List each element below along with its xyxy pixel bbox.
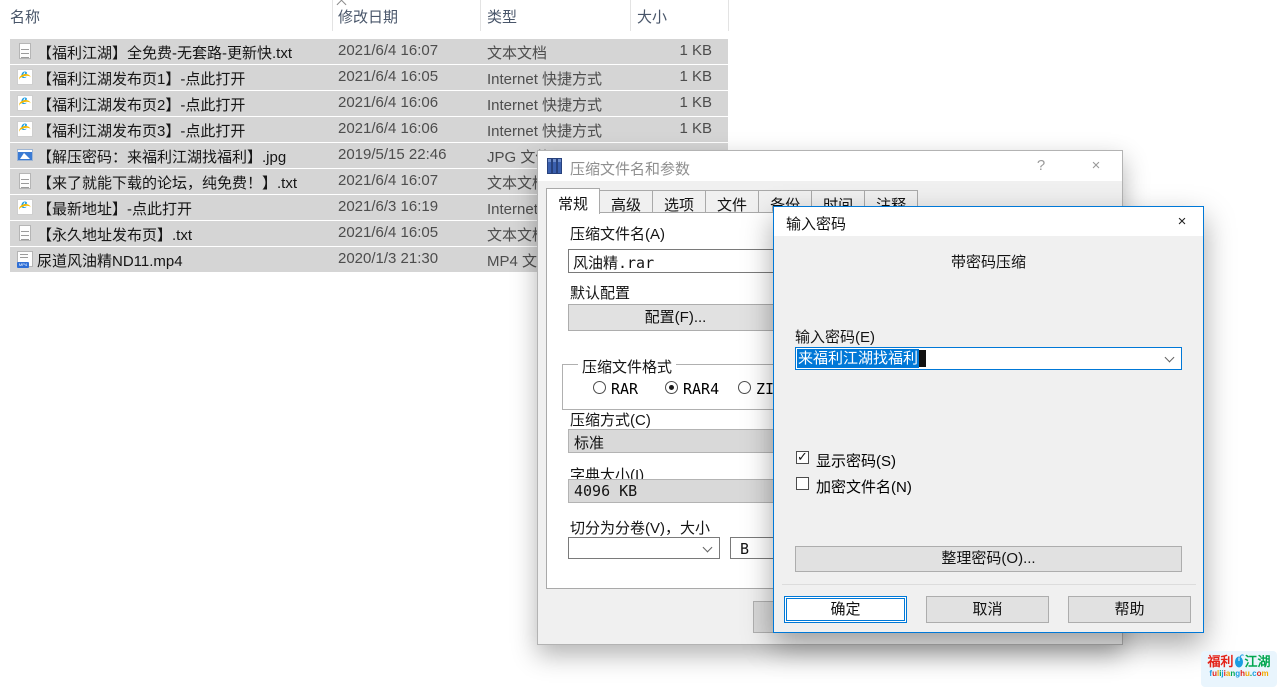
file-name: 尿道风油精ND11.mp4: [37, 250, 183, 271]
tab-常规[interactable]: 常规: [546, 188, 600, 214]
file-icon: [17, 149, 33, 161]
site-domain: fulijianghu.com: [1201, 669, 1277, 679]
file-date: 2019/5/15 22:46: [338, 146, 446, 163]
file-date: 2021/6/4 16:06: [338, 94, 438, 111]
archive-dialog-title: 压缩文件名和参数: [570, 158, 690, 179]
file-date: 2021/6/3 16:19: [338, 198, 438, 215]
file-size: 1 KB: [570, 120, 712, 137]
file-icon: [17, 199, 33, 215]
file-icon: [19, 43, 31, 59]
file-row[interactable]: 【福利江湖】全免费-无套路-更新快.txt 2021/6/4 16:07 文本文…: [10, 39, 728, 64]
close-icon[interactable]: ×: [1165, 207, 1199, 236]
file-icon: [19, 173, 31, 189]
password-label: 输入密码(E): [795, 326, 875, 347]
file-icon: [17, 95, 33, 111]
tab-文件[interactable]: 文件: [705, 190, 759, 214]
password-dialog: 输入密码 × 带密码压缩 输入密码(E) 来福利江湖找福利 显示密码(S) 加密…: [773, 206, 1204, 633]
password-input[interactable]: 来福利江湖找福利: [795, 347, 1182, 370]
radio-icon[interactable]: [738, 381, 751, 394]
radio-label: RAR: [611, 380, 638, 398]
file-name: 【福利江湖】全免费-无套路-更新快.txt: [37, 42, 292, 63]
file-name: 【解压密码：来福利江湖找福利】.jpg: [37, 146, 286, 167]
file-size: 1 KB: [570, 94, 712, 111]
file-date: 2021/6/4 16:07: [338, 172, 438, 189]
file-name: 【福利江湖发布页2】-点此打开: [37, 94, 245, 115]
file-name: 【最新地址】-点此打开: [37, 198, 192, 219]
column-header-date[interactable]: 修改日期: [338, 6, 398, 27]
tab-选项[interactable]: 选项: [652, 190, 706, 214]
encrypt-names-label: 加密文件名(N): [816, 476, 912, 497]
password-dialog-header: 带密码压缩: [774, 251, 1203, 272]
file-icon: [17, 251, 33, 267]
chevron-down-icon[interactable]: [1165, 353, 1175, 363]
desktop: 名称 修改日期 类型 大小 【福利江湖】全免费-无套路-更新快.txt 2021…: [0, 0, 1280, 689]
text-caret: [919, 350, 926, 367]
radio-label: RAR4: [683, 380, 719, 398]
organize-passwords-button[interactable]: 整理密码(O)...: [795, 546, 1182, 572]
winrar-icon: [547, 158, 564, 174]
file-name: 【福利江湖发布页3】-点此打开: [37, 120, 245, 141]
column-header-type[interactable]: 类型: [487, 6, 517, 27]
password-dialog-titlebar[interactable]: 输入密码 ×: [774, 207, 1203, 236]
file-icon: [19, 225, 31, 241]
file-row[interactable]: 【福利江湖发布页1】-点此打开 2021/6/4 16:05 Internet …: [10, 65, 728, 90]
split-volumes-label: 切分为分卷(V)，大小: [570, 517, 710, 538]
file-size: 1 KB: [570, 68, 712, 85]
ok-button[interactable]: 确定: [784, 596, 907, 623]
file-date: 2021/6/4 16:05: [338, 224, 438, 241]
column-divider[interactable]: [332, 0, 333, 31]
file-type: 文本文档: [487, 42, 547, 63]
file-name: 【福利江湖发布页1】-点此打开: [37, 68, 245, 89]
profiles-button[interactable]: 配置(F)...: [568, 304, 783, 331]
site-watermark: 福利江湖 fulijianghu.com: [1201, 651, 1277, 687]
profiles-label: 默认配置: [570, 282, 630, 303]
file-date: 2021/6/4 16:07: [338, 42, 438, 59]
archive-format-group-label: 压缩文件格式: [578, 356, 676, 377]
checkbox-icon[interactable]: [796, 477, 809, 490]
help-button[interactable]: 帮助: [1068, 596, 1191, 623]
file-name: 【永久地址发布页】.txt: [37, 224, 192, 245]
compression-method-label: 压缩方式(C): [570, 409, 651, 430]
archive-name-label: 压缩文件名(A): [570, 223, 665, 244]
column-header-name[interactable]: 名称: [10, 6, 40, 27]
radio-icon[interactable]: [665, 381, 678, 394]
file-icon: [17, 121, 33, 137]
site-brand: 福利江湖: [1201, 654, 1277, 669]
file-row[interactable]: 【福利江湖发布页2】-点此打开 2021/6/4 16:06 Internet …: [10, 91, 728, 116]
file-date: 2021/6/4 16:06: [338, 120, 438, 137]
divider: [782, 584, 1196, 585]
file-name: 【来了就能下载的论坛，纯免费！】.txt: [37, 172, 297, 193]
column-divider[interactable]: [630, 0, 631, 31]
split-volumes-input[interactable]: [568, 537, 720, 559]
column-header-size[interactable]: 大小: [637, 6, 667, 27]
help-titlebar-button[interactable]: ?: [1024, 151, 1058, 180]
file-size: 1 KB: [570, 42, 712, 59]
mouse-icon: [1234, 654, 1245, 668]
file-date: 2021/6/4 16:05: [338, 68, 438, 85]
chevron-down-icon[interactable]: [703, 543, 713, 553]
password-dialog-title: 输入密码: [786, 213, 846, 234]
cancel-button[interactable]: 取消: [926, 596, 1049, 623]
archive-dialog-titlebar[interactable]: 压缩文件名和参数 ? ×: [538, 151, 1122, 181]
close-icon[interactable]: ×: [1079, 151, 1113, 180]
show-password-label: 显示密码(S): [816, 450, 896, 471]
password-selected-text: 来福利江湖找福利: [797, 349, 919, 368]
radio-icon[interactable]: [593, 381, 606, 394]
tab-高级[interactable]: 高级: [599, 190, 653, 214]
file-row[interactable]: 【福利江湖发布页3】-点此打开 2021/6/4 16:06 Internet …: [10, 117, 728, 142]
file-icon: [17, 69, 33, 85]
file-date: 2020/1/3 21:30: [338, 250, 438, 267]
checkbox-icon[interactable]: [796, 451, 809, 464]
column-divider[interactable]: [480, 0, 481, 31]
column-divider[interactable]: [728, 0, 729, 31]
